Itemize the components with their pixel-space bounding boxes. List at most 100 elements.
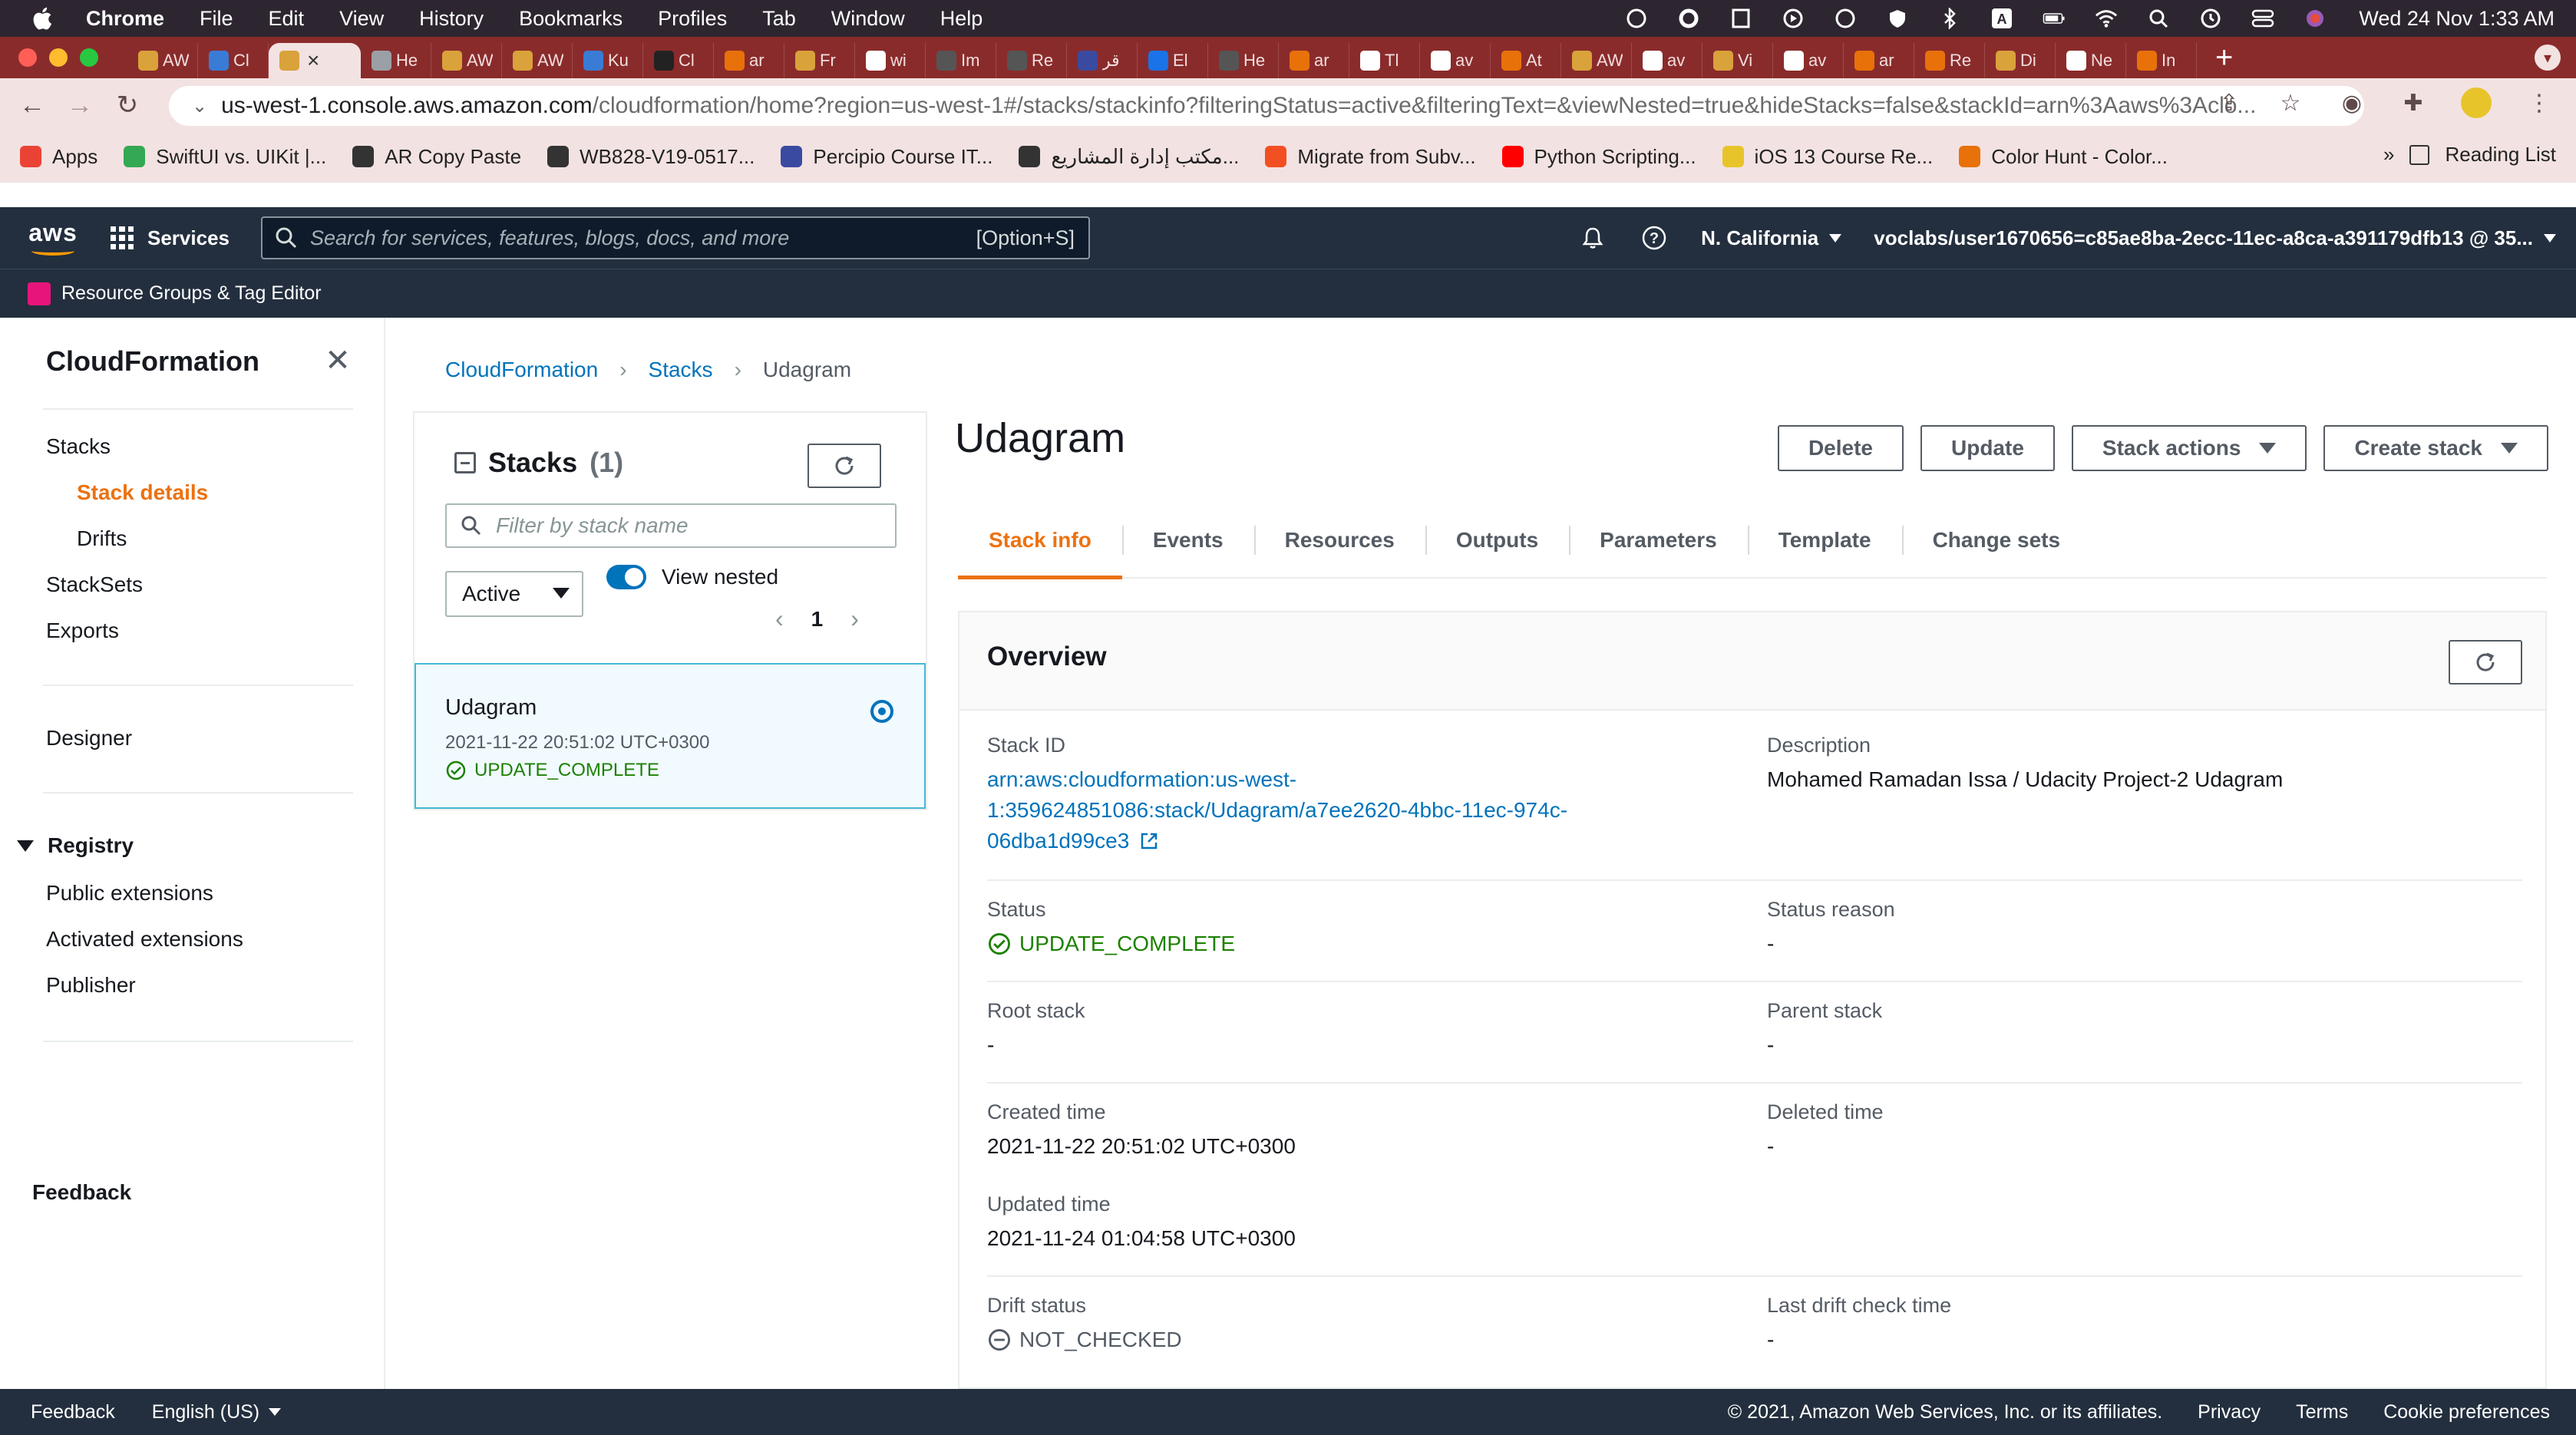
chrome-menu-icon[interactable]: ⋮ [2525, 89, 2553, 117]
bookmark-item[interactable]: Apps [20, 145, 97, 169]
notifications-bell-icon[interactable] [1578, 223, 1607, 252]
language-selector[interactable]: English (US) [152, 1401, 282, 1423]
browser-tab[interactable]: AW [502, 43, 573, 78]
browser-tab[interactable]: Im [926, 43, 996, 78]
stack-filter-input[interactable]: Filter by stack name [445, 503, 897, 548]
menu-view[interactable]: View [339, 7, 384, 31]
sidebar-item-stacksets[interactable]: StackSets [46, 572, 143, 597]
sidebar-item-stacks[interactable]: Stacks [46, 434, 111, 459]
tab-template[interactable]: Template [1747, 503, 1902, 578]
status-filter-select[interactable]: Active [445, 571, 583, 617]
menu-profiles[interactable]: Profiles [658, 7, 727, 31]
browser-tab[interactable]: Re [1914, 43, 1985, 78]
browser-tab[interactable]: av [1773, 43, 1844, 78]
footer-terms-link[interactable]: Terms [2296, 1401, 2348, 1423]
zoom-window-button[interactable] [80, 48, 98, 67]
control-center-icon[interactable] [2251, 7, 2274, 30]
current-page[interactable]: 1 [811, 607, 824, 632]
close-icon[interactable]: ✕ [322, 345, 353, 376]
share-icon[interactable]: ⇪ [2215, 89, 2243, 117]
bookmark-item[interactable]: SwiftUI vs. UIKit |... [124, 145, 326, 169]
aws-logo[interactable]: aws [28, 220, 78, 256]
footer-feedback-link[interactable]: Feedback [31, 1401, 115, 1423]
footer-cookie-preferences-link[interactable]: Cookie preferences [2383, 1401, 2550, 1423]
browser-tab[interactable]: AW [431, 43, 502, 78]
browser-tab[interactable]: Ku [573, 43, 643, 78]
tab-outputs[interactable]: Outputs [1425, 503, 1569, 578]
browser-tab[interactable]: He [1208, 43, 1279, 78]
bookmark-star-icon[interactable]: ☆ [2277, 89, 2304, 117]
extensions-puzzle-icon[interactable]: ✚ [2399, 89, 2427, 117]
more-bookmarks-icon[interactable]: » [2383, 143, 2394, 167]
next-page-icon[interactable]: › [850, 605, 859, 633]
stack-actions-button[interactable]: Stack actions [2071, 425, 2307, 471]
create-stack-button[interactable]: Create stack [2323, 425, 2548, 471]
sidebar-section-registry[interactable]: Registry [17, 833, 134, 858]
footer-privacy-link[interactable]: Privacy [2198, 1401, 2261, 1423]
sidebar-item-drifts[interactable]: Drifts [77, 526, 127, 551]
input-source-icon[interactable]: A [1990, 7, 2013, 30]
browser-tab[interactable]: ar [1279, 43, 1349, 78]
resource-groups-link[interactable]: Resource Groups & Tag Editor [61, 282, 322, 305]
spotlight-search-icon[interactable] [2147, 7, 2170, 30]
browser-tab[interactable]: Vi [1702, 43, 1773, 78]
new-tab-button[interactable]: + [2215, 41, 2233, 75]
previous-page-icon[interactable]: ‹ [775, 605, 784, 633]
reading-list-link[interactable]: Reading List [2445, 143, 2556, 167]
sidebar-feedback-link[interactable]: Feedback [32, 1180, 131, 1205]
time-machine-icon[interactable] [2199, 7, 2222, 30]
browser-tab[interactable]: av [1420, 43, 1491, 78]
bookmark-item[interactable]: Python Scripting... [1501, 145, 1696, 169]
close-tab-icon[interactable]: × [307, 48, 319, 73]
sidebar-item-designer[interactable]: Designer [46, 726, 132, 750]
browser-tab[interactable]: ar [714, 43, 784, 78]
browser-tab[interactable]: × [269, 43, 361, 78]
shield-icon[interactable] [1886, 7, 1909, 30]
menubar-clock[interactable]: Wed 24 Nov 1:33 AM [2359, 7, 2555, 31]
region-selector[interactable]: N. California [1701, 226, 1842, 250]
bookmark-item[interactable]: iOS 13 Course Re... [1722, 145, 1933, 169]
browser-tab[interactable]: In [2126, 43, 2197, 78]
update-button[interactable]: Update [1920, 425, 2055, 471]
stacks-refresh-button[interactable] [807, 444, 881, 488]
tab-events[interactable]: Events [1121, 503, 1254, 578]
bookmark-icon[interactable] [1729, 7, 1752, 30]
delete-button[interactable]: Delete [1777, 425, 1904, 471]
back-arrow-icon[interactable]: ← [17, 90, 48, 120]
sidebar-item-activated-extensions[interactable]: Activated extensions [46, 927, 243, 952]
browser-tab[interactable]: At [1491, 43, 1561, 78]
reading-list-icon[interactable] [2409, 144, 2430, 165]
profile-avatar[interactable] [2461, 87, 2492, 118]
services-menu[interactable]: Services [111, 226, 230, 250]
menu-history[interactable]: History [419, 7, 484, 31]
bookmark-item[interactable]: WB828-V19-0517... [547, 145, 755, 169]
menu-help[interactable]: Help [940, 7, 983, 31]
help-icon[interactable]: ? [1640, 223, 1669, 252]
forward-arrow-icon[interactable]: → [64, 90, 95, 120]
menu-edit[interactable]: Edit [269, 7, 305, 31]
tab-change-sets[interactable]: Change sets [1901, 503, 2092, 578]
extension-icon[interactable]: ◉ [2338, 89, 2366, 117]
browser-tab[interactable]: wi [855, 43, 926, 78]
browser-tab[interactable]: Re [996, 43, 1067, 78]
bookmark-item[interactable]: Color Hunt - Color... [1959, 145, 2168, 169]
stack-list-item[interactable]: Udagram 2021-11-22 20:51:02 UTC+0300 UPD… [414, 663, 926, 809]
apple-icon[interactable] [31, 5, 57, 31]
bookmark-item[interactable]: AR Copy Paste [352, 145, 521, 169]
menu-bookmarks[interactable]: Bookmarks [519, 7, 623, 31]
menu-window[interactable]: Window [831, 7, 905, 31]
browser-tab[interactable]: Cl [643, 43, 714, 78]
overview-refresh-button[interactable] [2449, 640, 2522, 685]
address-bar[interactable]: ⌄ us-west-1.console.aws.amazon.com/cloud… [169, 86, 2364, 126]
tab-parameters[interactable]: Parameters [1569, 503, 1748, 578]
breadcrumb-stacks[interactable]: Stacks [649, 358, 713, 382]
view-nested-toggle[interactable] [606, 565, 646, 589]
minimize-window-button[interactable] [49, 48, 68, 67]
browser-tab[interactable]: Tl [1349, 43, 1420, 78]
site-info-icon[interactable]: ⌄ [192, 95, 207, 117]
browser-tab[interactable]: AW [127, 43, 198, 78]
browser-tab[interactable]: Fr [784, 43, 855, 78]
reload-icon[interactable]: ↻ [112, 90, 143, 120]
sidebar-item-public-extensions[interactable]: Public extensions [46, 881, 213, 906]
bluetooth-icon[interactable] [1938, 7, 1961, 30]
